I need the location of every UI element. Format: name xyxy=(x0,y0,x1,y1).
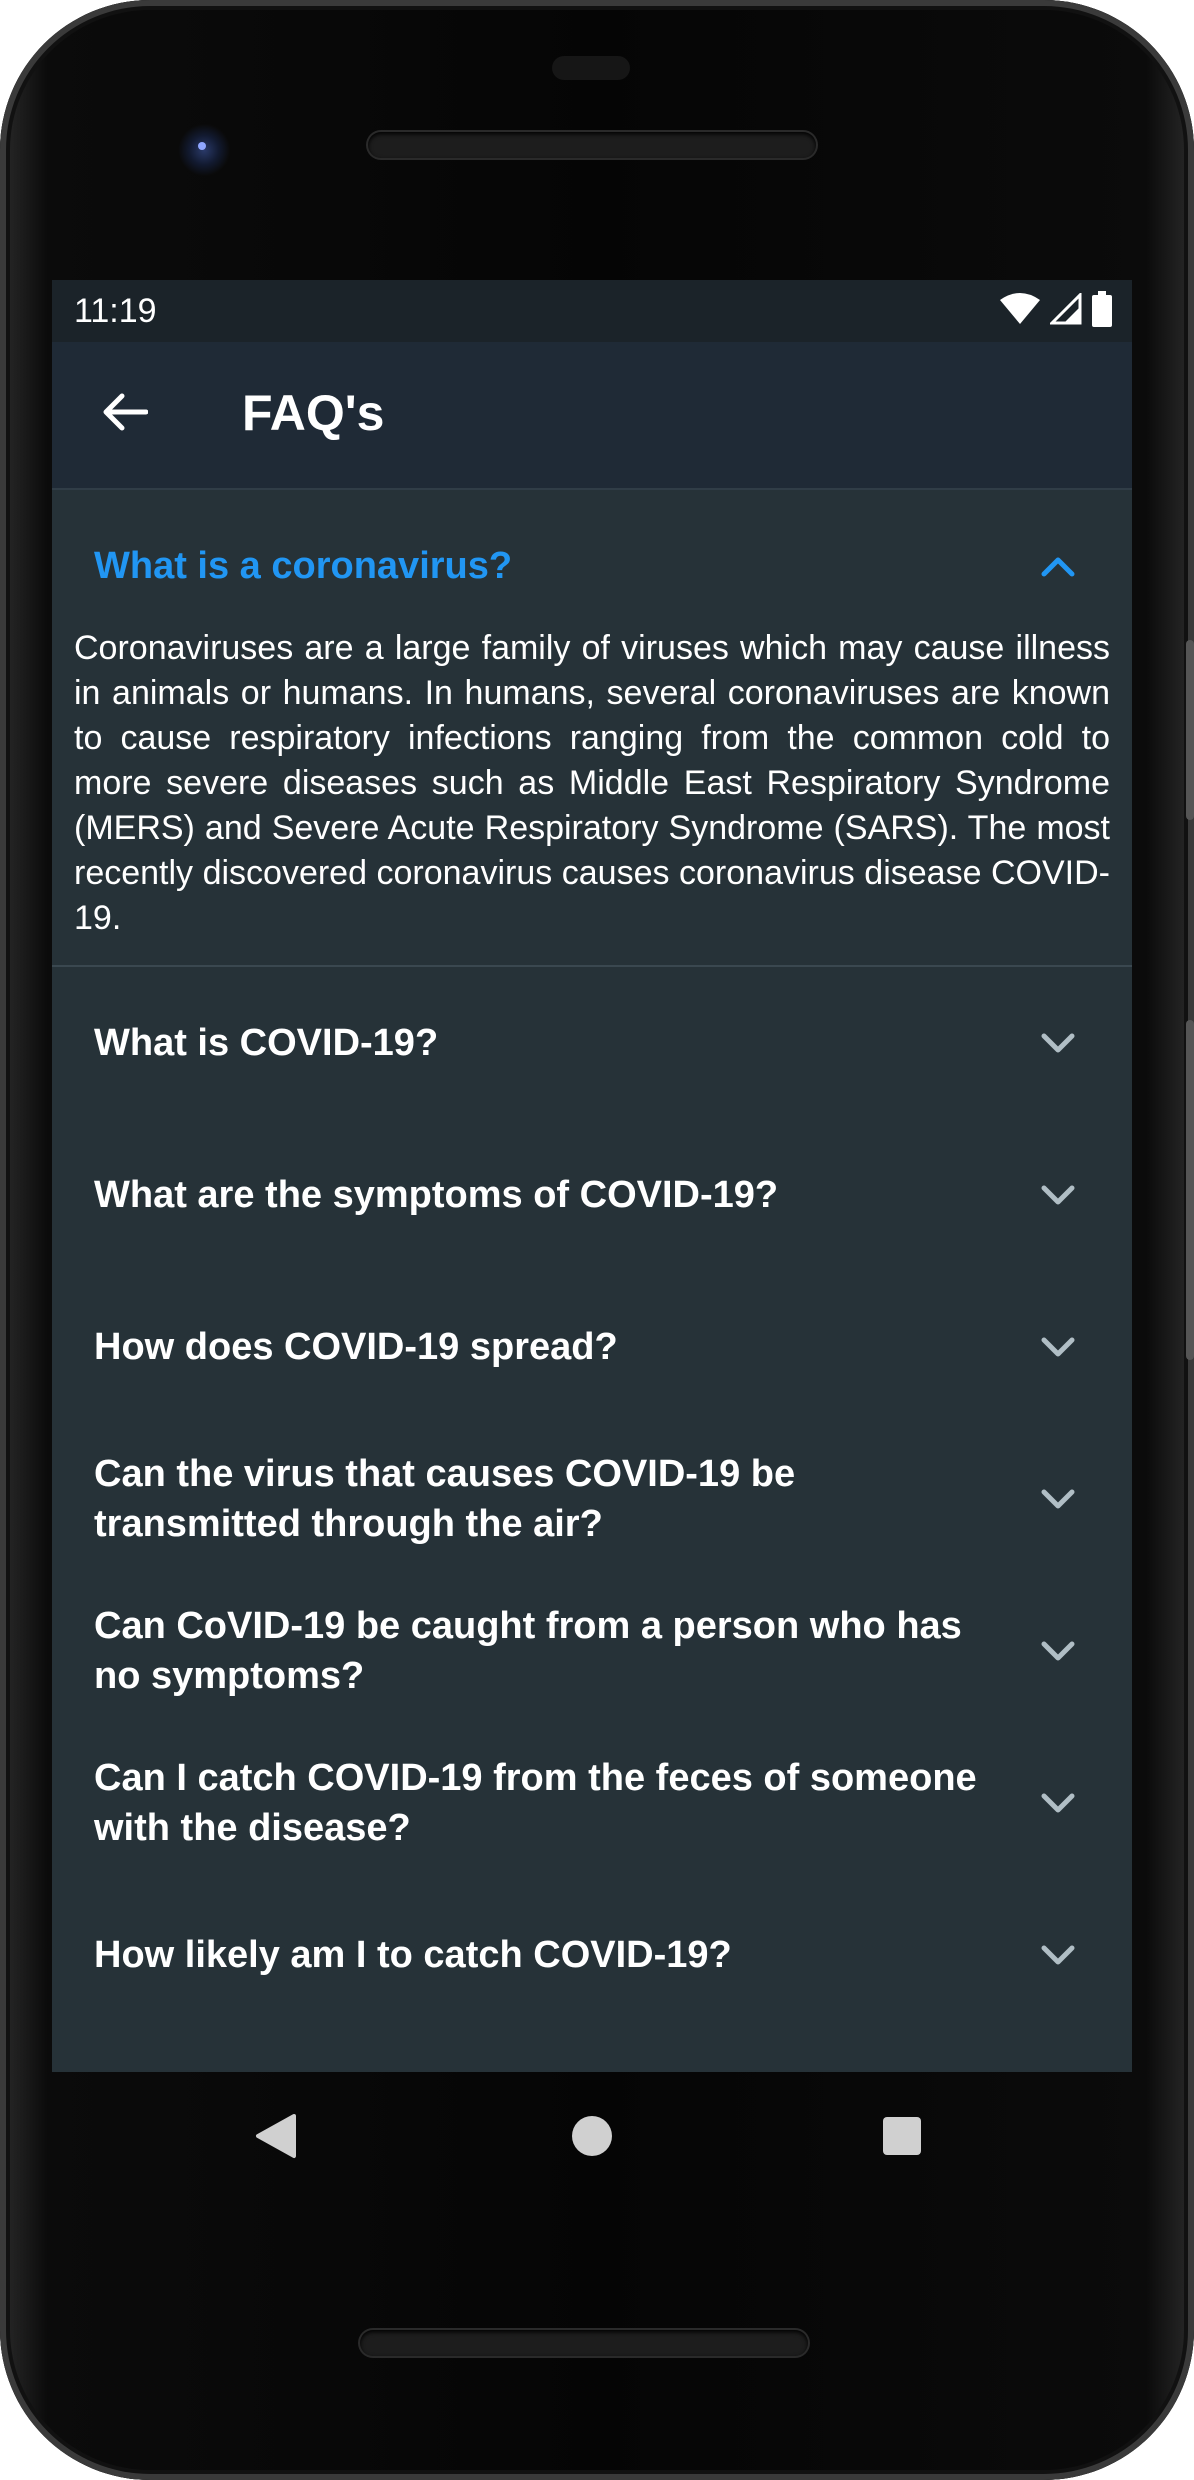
chevron-down-icon[interactable] xyxy=(1038,1327,1078,1367)
faq-header[interactable]: Can CoVID-19 be caught from a person who… xyxy=(52,1575,1132,1727)
faq-question: Can the virus that causes COVID-19 be tr… xyxy=(94,1453,796,1545)
status-icons xyxy=(1000,290,1112,332)
faq-question: How does COVID-19 spread? xyxy=(94,1326,618,1368)
proximity-sensor xyxy=(552,56,630,80)
home-circle-icon xyxy=(570,2114,614,2163)
status-time: 11:19 xyxy=(74,292,157,330)
faq-header[interactable]: What are the symptoms of COVID-19? xyxy=(52,1119,1132,1271)
chevron-down-icon[interactable] xyxy=(1038,1175,1078,1215)
page-title: FAQ's xyxy=(242,385,385,441)
faq-question: Can CoVID-19 be caught from a person who… xyxy=(94,1605,962,1697)
battery-icon xyxy=(1092,290,1112,332)
nav-back-button[interactable] xyxy=(246,2108,306,2168)
faq-item: How likely am I to catch COVID-19? xyxy=(52,1879,1132,2031)
faq-item: Can CoVID-19 be caught from a person who… xyxy=(52,1575,1132,1727)
chevron-up-icon[interactable] xyxy=(1038,546,1078,586)
recents-square-icon xyxy=(881,2115,923,2162)
faq-question: What is a coronavirus? xyxy=(94,545,513,587)
faq-header[interactable]: Can the virus that causes COVID-19 be tr… xyxy=(52,1423,1132,1575)
chevron-down-icon[interactable] xyxy=(1038,1631,1078,1671)
volume-button xyxy=(1186,1020,1194,1360)
faq-header[interactable]: What is COVID-19? xyxy=(52,967,1132,1119)
system-nav-bar xyxy=(0,2072,1194,2202)
chevron-down-icon[interactable] xyxy=(1038,1479,1078,1519)
status-bar: 11:19 xyxy=(52,280,1132,342)
arrow-left-icon xyxy=(100,392,149,437)
faq-item: Can the virus that causes COVID-19 be tr… xyxy=(52,1423,1132,1575)
earpiece-speaker xyxy=(368,132,816,158)
faq-question: What is COVID-19? xyxy=(94,1022,439,1064)
faq-header[interactable]: Can I catch COVID-19 from the feces of s… xyxy=(52,1727,1132,1879)
faq-question: How likely am I to catch COVID-19? xyxy=(94,1934,732,1976)
faq-question: Can I catch COVID-19 from the feces of s… xyxy=(94,1757,977,1849)
back-button[interactable] xyxy=(92,382,156,446)
nav-home-button[interactable] xyxy=(562,2108,622,2168)
back-triangle-icon xyxy=(254,2112,298,2165)
front-camera-icon xyxy=(178,124,230,176)
chevron-down-icon[interactable] xyxy=(1038,1023,1078,1063)
phone-frame: 11:19 FAQ's What is a coronavirus? Coron… xyxy=(0,0,1194,2480)
faq-header[interactable]: How likely am I to catch COVID-19? xyxy=(52,1879,1132,2031)
faq-item: What is a coronavirus? Coronaviruses are… xyxy=(52,490,1132,967)
app-bar: FAQ's xyxy=(52,342,1132,490)
chevron-down-icon[interactable] xyxy=(1038,1935,1078,1975)
wifi-icon xyxy=(1000,292,1040,331)
faq-item: How does COVID-19 spread? xyxy=(52,1271,1132,1423)
faq-item: What are the symptoms of COVID-19? xyxy=(52,1119,1132,1271)
signal-icon xyxy=(1048,290,1082,330)
faq-header[interactable]: What is a coronavirus? xyxy=(52,490,1132,642)
chevron-down-icon[interactable] xyxy=(1038,1783,1078,1823)
bottom-speaker xyxy=(360,2330,808,2356)
faq-question: What are the symptoms of COVID-19? xyxy=(94,1174,779,1216)
power-button xyxy=(1186,640,1194,820)
faq-item: What is COVID-19? xyxy=(52,967,1132,1119)
faq-item: Can I catch COVID-19 from the feces of s… xyxy=(52,1727,1132,1879)
app-screen: 11:19 FAQ's What is a coronavirus? Coron… xyxy=(52,280,1132,2072)
faq-list: What is a coronavirus? Coronaviruses are… xyxy=(52,490,1132,2031)
nav-recents-button[interactable] xyxy=(872,2108,932,2168)
faq-answer: Coronaviruses are a large family of viru… xyxy=(52,616,1132,967)
faq-header[interactable]: How does COVID-19 spread? xyxy=(52,1271,1132,1423)
